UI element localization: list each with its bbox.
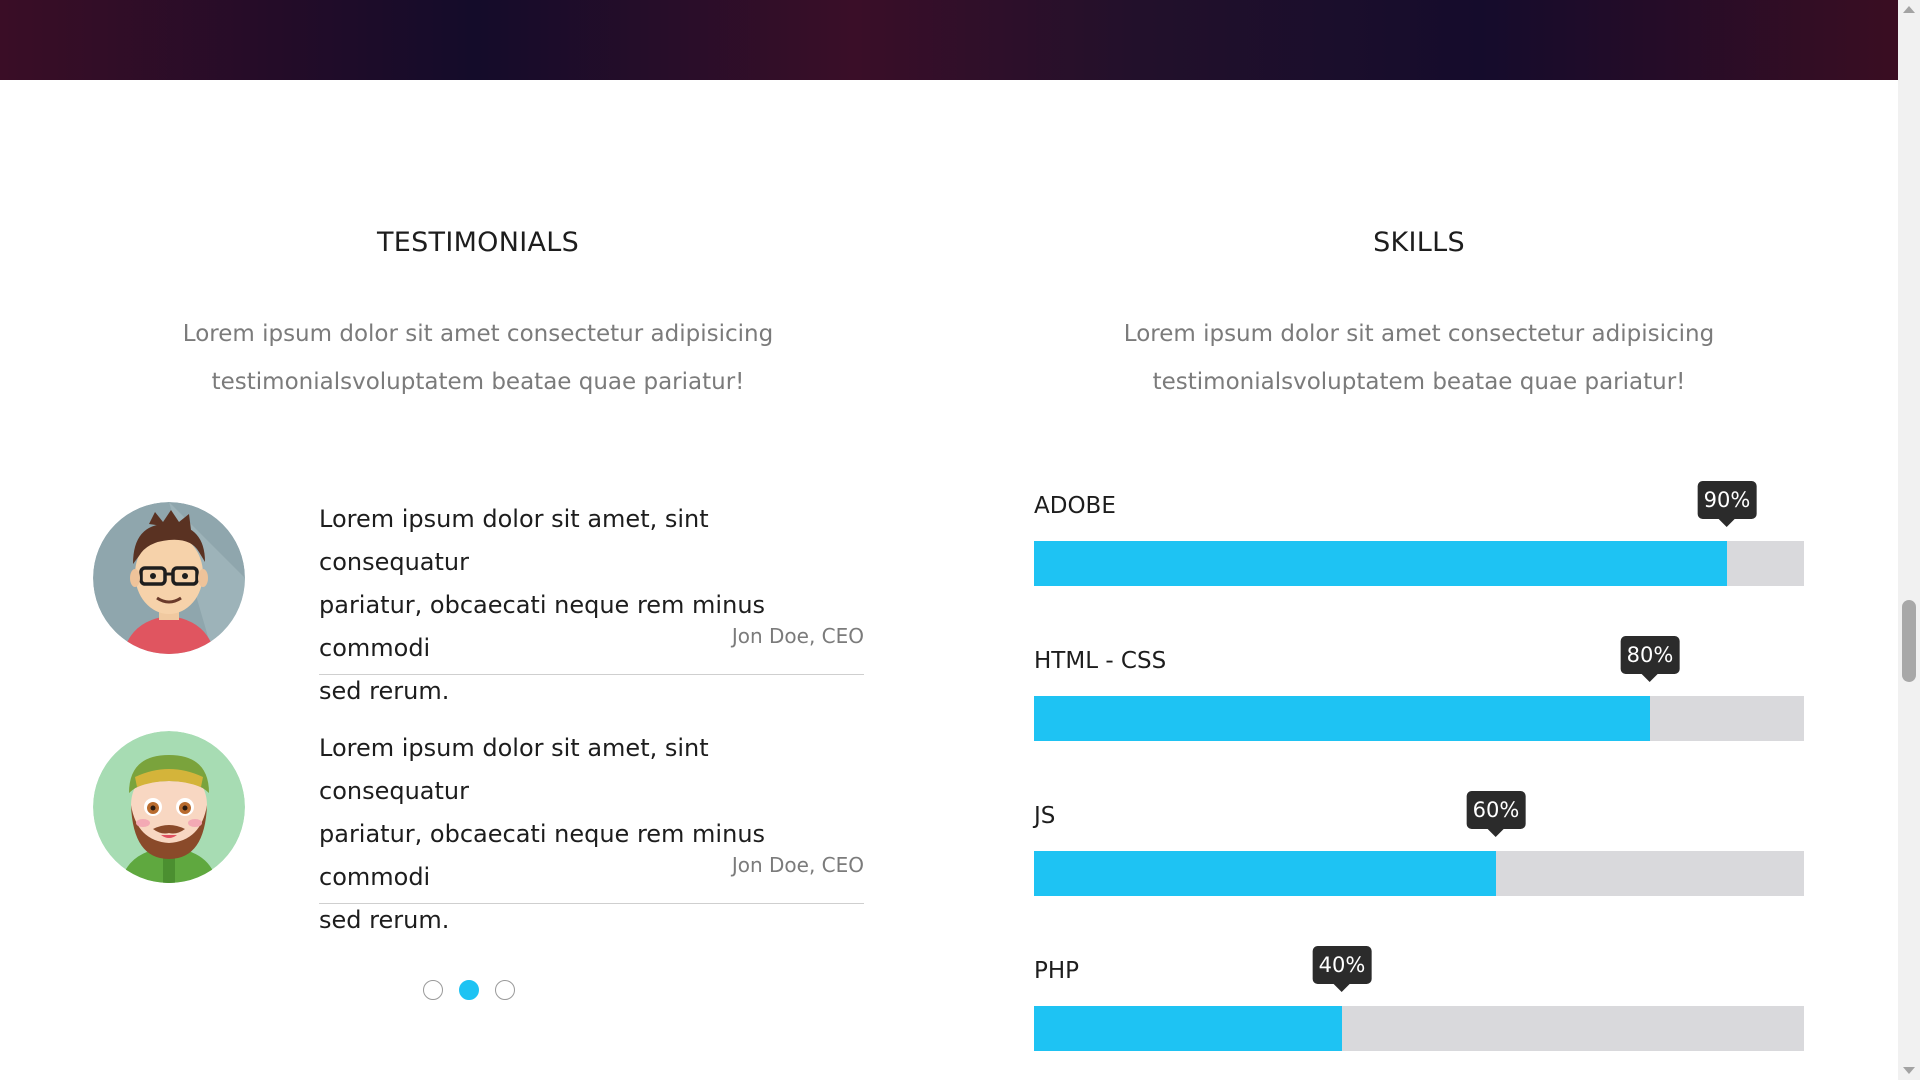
skill-progress-track: 90% — [1034, 481, 1804, 586]
testimonial-quote-line: sed rerum. — [319, 906, 450, 934]
man-with-glasses-avatar-icon — [93, 502, 245, 654]
testimonials-description: Lorem ipsum dolor sit amet consectetur a… — [128, 310, 828, 406]
pagination-dot-active[interactable] — [459, 980, 479, 1000]
skills-title: SKILLS — [1373, 227, 1465, 258]
header-banner — [0, 0, 1898, 80]
testimonials-title: TESTIMONIALS — [376, 227, 580, 258]
testimonial-quote: Lorem ipsum dolor sit amet, sint consequ… — [319, 727, 864, 942]
skill-progress-fill — [1034, 541, 1727, 586]
testimonial-divider — [319, 903, 864, 904]
testimonial-author: Jon Doe, CEO — [731, 853, 864, 877]
skill-percent-tooltip: 90% — [1697, 481, 1757, 527]
page-scrollbar[interactable] — [1898, 0, 1920, 1080]
skill-progress-track: 60% — [1034, 791, 1804, 896]
skill-label: PHP — [1034, 958, 1080, 984]
testimonial-card: Lorem ipsum dolor sit amet, sint consequ… — [93, 727, 864, 934]
testimonial-card: Lorem ipsum dolor sit amet, sint consequ… — [93, 498, 864, 705]
testimonial-divider — [319, 674, 864, 675]
testimonial-author: Jon Doe, CEO — [731, 624, 864, 648]
skill-progress-fill — [1034, 1006, 1342, 1051]
testimonial-quote-line: Lorem ipsum dolor sit amet, sint consequ… — [319, 734, 709, 805]
skill-percent-tooltip: 40% — [1312, 946, 1372, 992]
skill-js: JS 60% — [1034, 791, 1804, 923]
scroll-thumb[interactable] — [1902, 600, 1916, 682]
testimonial-quote-line: Lorem ipsum dolor sit amet, sint consequ… — [319, 505, 709, 576]
skill-label: HTML - CSS — [1034, 648, 1167, 674]
skills-description-line: testimonialsvoluptatem beatae quae paria… — [1152, 369, 1686, 395]
skill-label: JS — [1034, 803, 1056, 829]
skill-percent-tooltip: 80% — [1620, 636, 1680, 682]
pagination-dot[interactable] — [495, 980, 515, 1000]
testimonial-quote-line: sed rerum. — [319, 677, 450, 705]
testimonial-quote: Lorem ipsum dolor sit amet, sint consequ… — [319, 498, 864, 713]
skill-html-css: HTML - CSS 80% — [1034, 636, 1804, 768]
skill-progress-fill — [1034, 851, 1496, 896]
skill-progress-track: 40% — [1034, 946, 1804, 1051]
skill-label: ADOBE — [1034, 493, 1116, 519]
testimonials-description-line: Lorem ipsum dolor sit amet consectetur a… — [182, 321, 774, 347]
skills-description-line: Lorem ipsum dolor sit amet consectetur a… — [1123, 321, 1715, 347]
skill-adobe: ADOBE 90% — [1034, 481, 1804, 613]
scroll-up-arrow-icon[interactable] — [1903, 6, 1915, 13]
skill-progress-fill — [1034, 696, 1650, 741]
scroll-down-arrow-icon[interactable] — [1903, 1067, 1915, 1074]
skill-php: PHP 40% — [1034, 946, 1804, 1078]
testimonials-description-line: testimonialsvoluptatem beatae quae paria… — [211, 369, 745, 395]
skills-description: Lorem ipsum dolor sit amet consectetur a… — [1069, 310, 1769, 406]
skill-progress-track: 80% — [1034, 636, 1804, 741]
bearded-man-avatar-icon — [93, 731, 245, 883]
pagination-dot[interactable] — [423, 980, 443, 1000]
skill-percent-tooltip: 60% — [1466, 791, 1526, 837]
